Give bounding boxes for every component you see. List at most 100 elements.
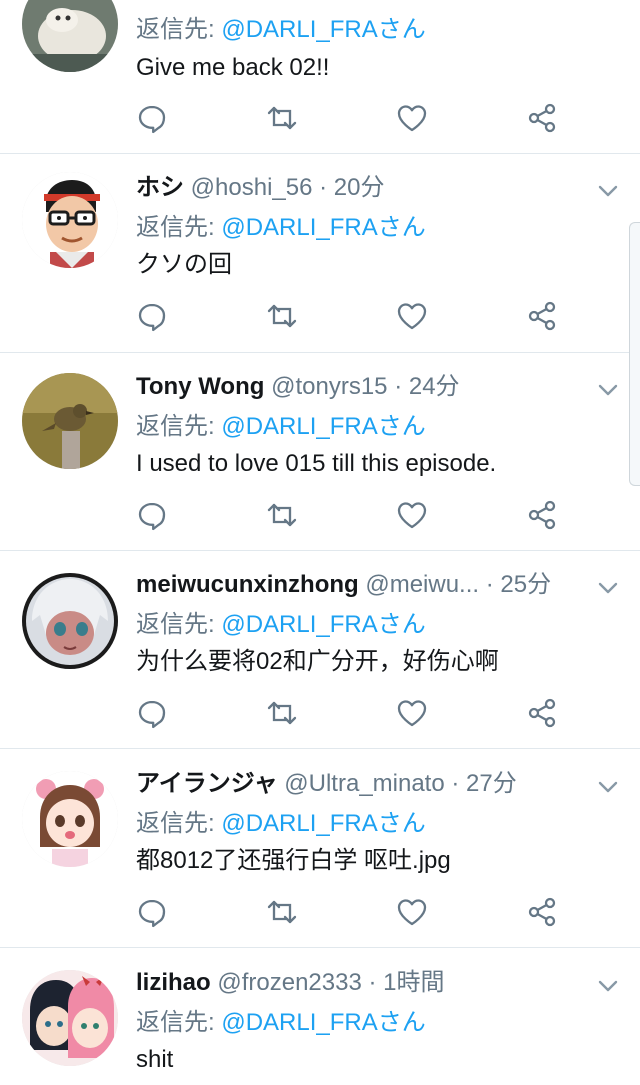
avatar[interactable] — [22, 0, 118, 72]
reply-prefix: 返信先: — [136, 214, 222, 241]
like-button[interactable] — [396, 697, 428, 729]
avatar[interactable] — [22, 573, 118, 669]
like-button[interactable] — [396, 896, 428, 928]
avatar[interactable] — [22, 970, 118, 1066]
tweet[interactable]: meiwucunxinzhong @meiwu... · 25分 返信先: @D… — [0, 551, 640, 749]
like-button[interactable] — [396, 300, 428, 332]
separator-dot: · — [394, 373, 403, 400]
tweet-menu-button[interactable] — [596, 378, 620, 402]
user-handle[interactable]: @Ultra_minato — [284, 770, 444, 797]
timestamp[interactable]: 25分 — [500, 571, 551, 598]
heart-icon — [397, 502, 427, 529]
reply-button[interactable] — [136, 499, 168, 531]
retweet-icon — [267, 106, 297, 130]
tweet-header: アイランジャ @Ultra_minato · 27分 — [136, 767, 570, 801]
scrollbar[interactable] — [629, 222, 640, 486]
avatar[interactable] — [22, 771, 118, 867]
chevron-down-icon — [598, 980, 618, 992]
tweet-actions — [136, 896, 556, 930]
chevron-down-icon — [598, 582, 618, 594]
reply-mention-link[interactable]: @DARLI_FRAさん — [221, 810, 425, 837]
tweet[interactable]: ホシ @hoshi_56 · 20分 返信先: @DARLI_FRAさん クソの… — [0, 154, 640, 353]
separator-dot: · — [485, 571, 494, 598]
timestamp[interactable]: 20分 — [334, 174, 385, 201]
retweet-button[interactable] — [266, 102, 298, 134]
bird-avatar-image — [22, 373, 118, 469]
reply-button[interactable] — [136, 102, 168, 134]
reply-prefix: 返信先: — [136, 1009, 222, 1036]
tweet-menu-button[interactable] — [596, 576, 620, 600]
anime-duo-avatar-image — [22, 970, 118, 1066]
user-handle[interactable]: @tonyrs15 — [271, 373, 387, 400]
reply-to-line: 返信先: @DARLI_FRAさん — [136, 1006, 426, 1040]
user-handle[interactable]: @hoshi_56 — [191, 174, 313, 201]
share-button[interactable] — [526, 102, 558, 134]
share-icon — [528, 500, 556, 530]
display-name[interactable]: Tony Wong — [136, 373, 264, 400]
reply-mention-link[interactable]: @DARLI_FRAさん — [221, 16, 425, 43]
tweet-actions — [136, 300, 556, 334]
reply-prefix: 返信先: — [136, 611, 222, 638]
user-handle[interactable]: @meiwu... — [365, 571, 479, 598]
tweet-header: Tony Wong @tonyrs15 · 24分 — [136, 370, 570, 404]
anime-girl-avatar-image — [22, 573, 118, 669]
tweet-header: meiwucunxinzhong @meiwu... · 25分 — [136, 568, 570, 602]
heart-icon — [397, 899, 427, 926]
reply-mention-link[interactable]: @DARLI_FRAさん — [221, 611, 425, 638]
display-name[interactable]: meiwucunxinzhong — [136, 571, 359, 598]
tweet-header: lizihao @frozen2333 · 1時間 — [136, 966, 570, 1000]
share-button[interactable] — [526, 499, 558, 531]
tweet[interactable]: アイランジャ @Ultra_minato · 27分 返信先: @DARLI_F… — [0, 749, 640, 948]
display-name[interactable]: lizihao — [136, 969, 211, 996]
share-button[interactable] — [526, 697, 558, 729]
share-button[interactable] — [526, 896, 558, 928]
separator-dot: · — [319, 174, 328, 201]
timestamp[interactable]: 1時間 — [383, 969, 444, 996]
tweet[interactable]: 返信先: @DARLI_FRAさん Give me back 02!! — [0, 0, 640, 154]
timestamp[interactable]: 24分 — [409, 373, 460, 400]
retweet-icon — [267, 701, 297, 725]
tweet-menu-button[interactable] — [596, 974, 620, 998]
reply-mention-link[interactable]: @DARLI_FRAさん — [221, 1009, 425, 1036]
tweet[interactable]: lizihao @frozen2333 · 1時間 返信先: @DARLI_FR… — [0, 948, 640, 1085]
tweet-menu-button[interactable] — [596, 179, 620, 203]
share-button[interactable] — [526, 300, 558, 332]
reply-mention-link[interactable]: @DARLI_FRAさん — [221, 413, 425, 440]
like-button[interactable] — [396, 499, 428, 531]
reply-icon — [138, 303, 166, 332]
tweet-menu-button[interactable] — [596, 775, 620, 799]
reply-mention-link[interactable]: @DARLI_FRAさん — [221, 214, 425, 241]
display-name[interactable]: ホシ — [136, 174, 184, 201]
retweet-button[interactable] — [266, 300, 298, 332]
reply-to-line: 返信先: @DARLI_FRAさん — [136, 211, 426, 245]
retweet-button[interactable] — [266, 697, 298, 729]
retweet-icon — [267, 503, 297, 527]
reply-to-line: 返信先: @DARLI_FRAさん — [136, 608, 426, 642]
tweet-text: Give me back 02!! — [136, 54, 330, 81]
reply-icon — [138, 502, 166, 531]
retweet-button[interactable] — [266, 499, 298, 531]
avatar[interactable] — [22, 373, 118, 469]
tweet-text: クソの回 — [136, 251, 232, 278]
heart-icon — [397, 105, 427, 132]
separator-dot: · — [368, 969, 377, 996]
glasses-man-avatar-image — [22, 172, 118, 268]
reply-button[interactable] — [136, 300, 168, 332]
heart-icon — [397, 303, 427, 330]
reply-to-line: 返信先: @DARLI_FRAさん — [136, 807, 426, 841]
tweet-actions — [136, 102, 556, 136]
heart-icon — [397, 700, 427, 727]
timestamp[interactable]: 27分 — [466, 770, 517, 797]
retweet-button[interactable] — [266, 896, 298, 928]
reply-icon — [138, 105, 166, 134]
avatar[interactable] — [22, 172, 118, 268]
reply-button[interactable] — [136, 697, 168, 729]
tweet[interactable]: Tony Wong @tonyrs15 · 24分 返信先: @DARLI_FR… — [0, 353, 640, 551]
display-name[interactable]: アイランジャ — [136, 770, 278, 797]
tweet-actions — [136, 697, 556, 731]
tweet-text: I used to love 015 till this episode. — [136, 450, 497, 477]
reply-button[interactable] — [136, 896, 168, 928]
like-button[interactable] — [396, 102, 428, 134]
reply-icon — [138, 899, 166, 928]
user-handle[interactable]: @frozen2333 — [217, 969, 361, 996]
